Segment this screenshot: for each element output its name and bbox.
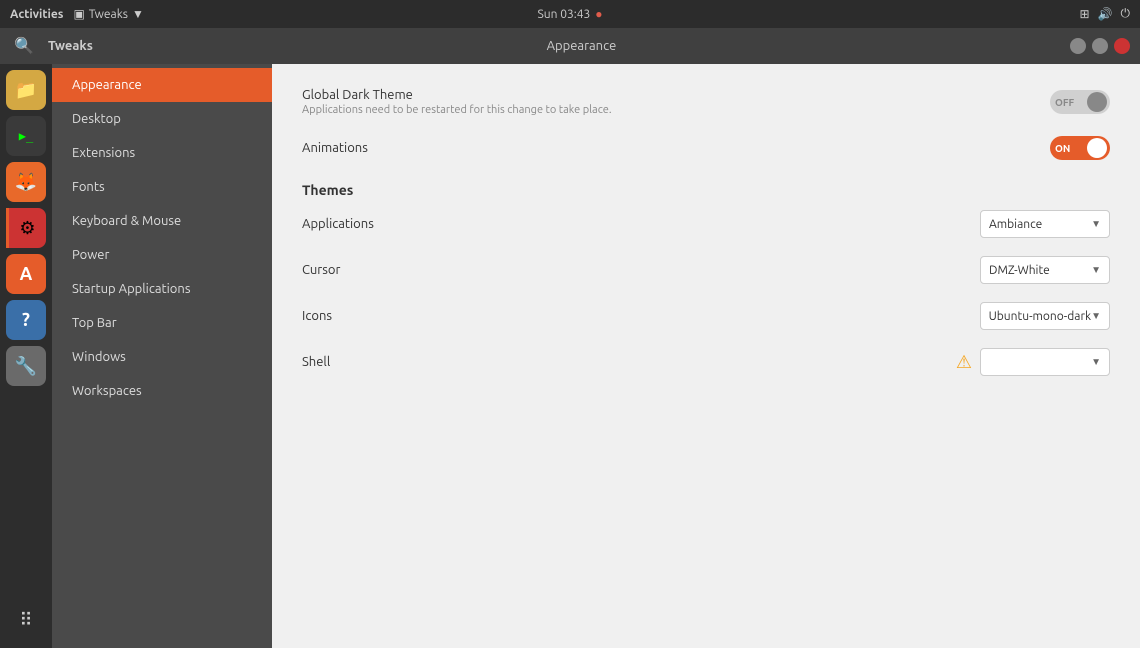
global-dark-theme-row: Global Dark Theme Applications need to b… (302, 84, 1110, 120)
applications-dropdown[interactable]: Ambiance ▼ (980, 210, 1110, 238)
apps-grid-button[interactable]: ⠿ (6, 600, 46, 640)
shell-warning-icon: ⚠ (956, 352, 972, 373)
sidebar-item-power[interactable]: Power (52, 238, 272, 272)
sidebar-item-keyboard-mouse[interactable]: Keyboard & Mouse (52, 204, 272, 238)
clock: Sun 03:43 (537, 8, 590, 21)
toggle-off-label: OFF (1055, 97, 1074, 108)
taskbar-tools-icon[interactable]: 🔧 (6, 346, 46, 386)
app-name-label: Tweaks (48, 39, 93, 53)
sidebar-item-workspaces[interactable]: Workspaces (52, 374, 272, 408)
cursor-label: Cursor (302, 263, 340, 277)
global-dark-theme-label: Global Dark Theme (302, 88, 612, 102)
shell-warning-row: ⚠ ▼ (956, 348, 1110, 376)
sidebar-item-windows[interactable]: Windows (52, 340, 272, 374)
taskbar-files-icon[interactable]: 📁 (6, 70, 46, 110)
sidebar-item-startup-applications[interactable]: Startup Applications (52, 272, 272, 306)
search-button[interactable]: 🔍 (10, 32, 38, 60)
activities-button[interactable]: Activities (10, 8, 63, 21)
animations-row: Animations ON (302, 130, 1110, 166)
shell-dropdown[interactable]: ▼ (980, 348, 1110, 376)
toggle-on-label: ON (1055, 143, 1070, 154)
sidebar-item-extensions[interactable]: Extensions (52, 136, 272, 170)
recording-dot: ● (595, 7, 602, 21)
cursor-value: DMZ-White (989, 264, 1050, 277)
maximize-button[interactable] (1092, 38, 1108, 54)
tweaks-menu-arrow: ▼ (132, 7, 144, 21)
icons-dropdown-arrow: ▼ (1091, 310, 1101, 322)
app-window: 🔍 Tweaks Appearance 📁 ▶_ 🦊 ⚙ A ? 🔧 ⠿ App… (0, 28, 1140, 648)
sidebar-item-desktop[interactable]: Desktop (52, 102, 272, 136)
cursor-dropdown[interactable]: DMZ-White ▼ (980, 256, 1110, 284)
shell-dropdown-arrow: ▼ (1091, 356, 1101, 368)
volume-icon: 🔊 (1098, 7, 1113, 21)
global-dark-theme-toggle[interactable]: OFF (1050, 90, 1110, 114)
window-title: Appearance (103, 39, 1060, 53)
minimize-button[interactable] (1070, 38, 1086, 54)
sidebar-item-fonts[interactable]: Fonts (52, 170, 272, 204)
close-button[interactable] (1114, 38, 1130, 54)
toggle-on-knob (1087, 138, 1107, 158)
taskbar: 📁 ▶_ 🦊 ⚙ A ? 🔧 ⠿ (0, 64, 52, 648)
taskbar-help-icon[interactable]: ? (6, 300, 46, 340)
taskbar-settings-icon[interactable]: ⚙ (6, 208, 46, 248)
icons-row: Icons Ubuntu-mono-dark ▼ (302, 298, 1110, 334)
sidebar: Appearance Desktop Extensions Fonts Keyb… (52, 64, 272, 648)
applications-dropdown-arrow: ▼ (1091, 218, 1101, 230)
animations-toggle[interactable]: ON (1050, 136, 1110, 160)
cursor-row: Cursor DMZ-White ▼ (302, 252, 1110, 288)
toggle-off-knob (1087, 92, 1107, 112)
cursor-dropdown-arrow: ▼ (1091, 264, 1101, 276)
tweaks-menu-button[interactable]: ▣ Tweaks ▼ (73, 7, 143, 21)
sidebar-item-appearance[interactable]: Appearance (52, 68, 272, 102)
icons-label: Icons (302, 309, 332, 323)
shell-label: Shell (302, 355, 330, 369)
taskbar-terminal-icon[interactable]: ▶_ (6, 116, 46, 156)
sidebar-item-top-bar[interactable]: Top Bar (52, 306, 272, 340)
window-controls (1070, 38, 1130, 54)
content-area: Global Dark Theme Applications need to b… (272, 64, 1140, 648)
applications-row: Applications Ambiance ▼ (302, 206, 1110, 242)
taskbar-software-icon[interactable]: A (6, 254, 46, 294)
themes-heading: Themes (302, 182, 1110, 198)
animations-label: Animations (302, 141, 368, 155)
app-titlebar: 🔍 Tweaks Appearance (0, 28, 1140, 64)
applications-label: Applications (302, 217, 374, 231)
taskbar-firefox-icon[interactable]: 🦊 (6, 162, 46, 202)
icons-value: Ubuntu-mono-dark (989, 310, 1092, 323)
main-layout: 📁 ▶_ 🦊 ⚙ A ? 🔧 ⠿ Appearance Desktop Exte… (0, 64, 1140, 648)
icons-dropdown[interactable]: Ubuntu-mono-dark ▼ (980, 302, 1110, 330)
displays-icon: ⊞ (1079, 7, 1089, 21)
tweaks-menu-icon: ▣ (73, 7, 84, 21)
power-icon: ⏻ (1121, 7, 1131, 21)
applications-value: Ambiance (989, 218, 1042, 231)
system-bar: Activities ▣ Tweaks ▼ Sun 03:43 ● ⊞ 🔊 ⏻ (0, 0, 1140, 28)
global-dark-theme-sublabel: Applications need to be restarted for th… (302, 104, 612, 116)
shell-row: Shell ⚠ ▼ (302, 344, 1110, 380)
